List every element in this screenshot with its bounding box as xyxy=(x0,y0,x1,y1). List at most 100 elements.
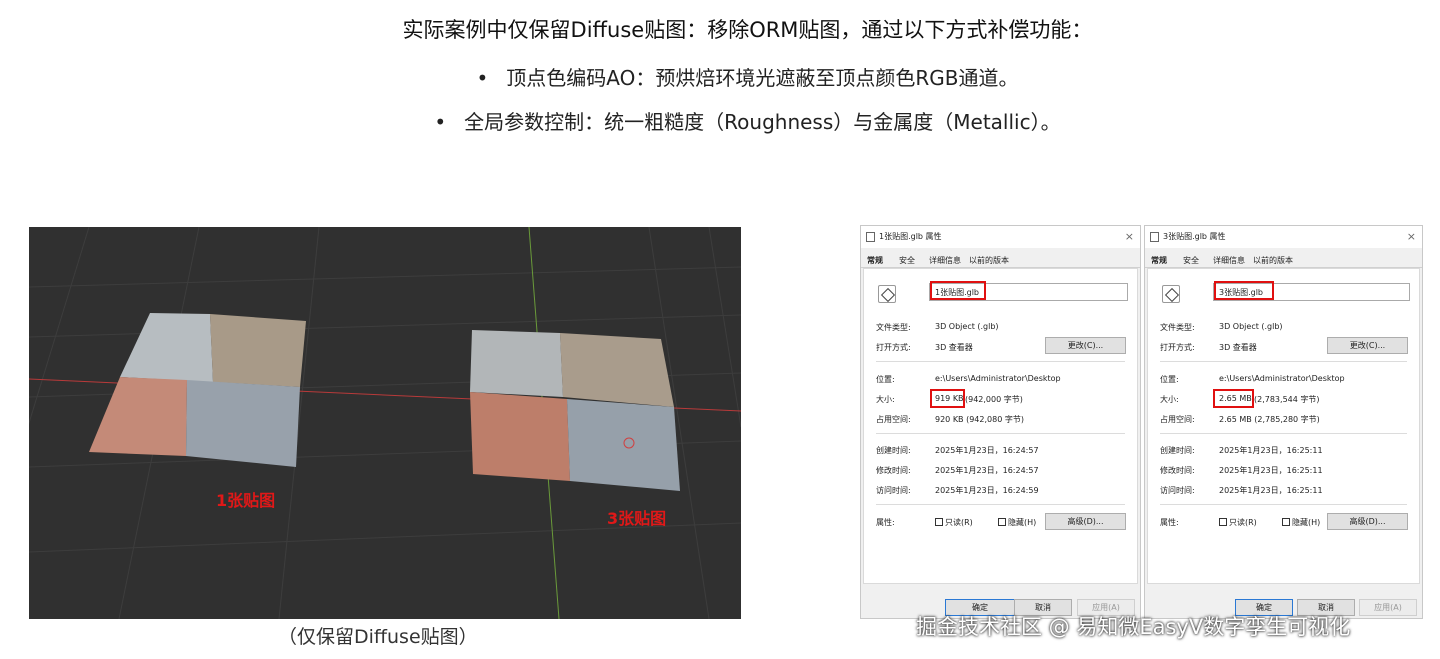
created-label: 创建时间: xyxy=(1160,446,1195,455)
divider xyxy=(876,433,1125,434)
modified-label: 修改时间: xyxy=(876,466,911,475)
size-label: 大小: xyxy=(876,395,895,404)
created-value: 2025年1月23日，16:24:57 xyxy=(935,446,1039,455)
file-icon xyxy=(866,232,875,242)
checkbox-box xyxy=(1219,518,1227,526)
hidden-checkbox[interactable]: 隐藏(H) xyxy=(998,517,1036,528)
divider xyxy=(876,504,1125,505)
checkbox-box xyxy=(935,518,943,526)
hidden-label: 隐藏(H) xyxy=(1292,518,1321,527)
size-label: 大小: xyxy=(1160,395,1179,404)
accessed-label: 访问时间: xyxy=(876,486,911,495)
tab-general[interactable]: 常规 xyxy=(1151,255,1167,266)
tab-general[interactable]: 常规 xyxy=(867,255,883,266)
accessed-value: 2025年1月23日，16:25:11 xyxy=(1219,486,1323,495)
tab-previous-versions[interactable]: 以前的版本 xyxy=(1253,255,1293,266)
disk-size-value: 920 KB (942,080 字节) xyxy=(935,415,1024,424)
disk-size-label: 占用空间: xyxy=(876,415,911,424)
title-bar[interactable]: 1张贴图.glb 属性 × xyxy=(861,226,1140,248)
location-label: 位置: xyxy=(1160,375,1179,384)
readonly-checkbox[interactable]: 只读(R) xyxy=(935,517,973,528)
disk-size-value: 2.65 MB (2,785,280 字节) xyxy=(1219,415,1320,424)
label-three-textures: 3张贴图 xyxy=(607,509,667,528)
3d-object-icon xyxy=(1162,285,1180,303)
accessed-label: 访问时间: xyxy=(1160,486,1195,495)
tab-details[interactable]: 详细信息 xyxy=(929,255,961,266)
properties-window-1: 1张贴图.glb 属性 × 常规 安全 详细信息 以前的版本 1张贴图.glb … xyxy=(860,225,1141,619)
type-value: 3D Object (.glb) xyxy=(1219,322,1283,331)
window-title: 3张贴图.glb 属性 xyxy=(1163,232,1226,241)
bullet-text: 全局参数控制：统一粗糙度（Roughness）与金属度（Metallic）。 xyxy=(464,110,1061,134)
window-title: 1张贴图.glb 属性 xyxy=(879,232,942,241)
checkbox-box xyxy=(998,518,1006,526)
plane2-bricks xyxy=(560,333,674,407)
type-label: 文件类型: xyxy=(876,323,911,332)
tab-security[interactable]: 安全 xyxy=(899,255,915,266)
watermark: 掘金技术社区 @ 易知微EasyV数字孪生可视化 xyxy=(916,615,1351,639)
open-with-label: 打开方式: xyxy=(1160,343,1195,352)
modified-value: 2025年1月23日，16:25:11 xyxy=(1219,466,1323,475)
advanced-button[interactable]: 高级(D)... xyxy=(1045,513,1126,530)
label-one-texture: 1张贴图 xyxy=(216,491,276,510)
readonly-label: 只读(R) xyxy=(945,518,973,527)
general-panel: 3张贴图.glb 文件类型: 3D Object (.glb) 打开方式: 3D… xyxy=(1147,268,1420,584)
bullet-global-params: • 全局参数控制：统一粗糙度（Roughness）与金属度（Metallic）。 xyxy=(0,106,1440,135)
close-icon[interactable]: × xyxy=(1125,226,1134,248)
open-with-value: 3D 查看器 xyxy=(935,343,973,352)
file-icon xyxy=(1150,232,1159,242)
close-icon[interactable]: × xyxy=(1407,226,1416,248)
location-value: e:\Users\Administrator\Desktop xyxy=(1219,374,1345,383)
hidden-checkbox[interactable]: 隐藏(H) xyxy=(1282,517,1320,528)
plane1-concrete xyxy=(120,313,213,382)
tab-bar: 常规 安全 详细信息 以前的版本 xyxy=(861,248,1140,268)
open-with-label: 打开方式: xyxy=(876,343,911,352)
filename-highlight xyxy=(930,281,986,300)
change-button[interactable]: 更改(C)... xyxy=(1327,337,1408,354)
3d-object-icon xyxy=(878,285,896,303)
slide-heading: 实际案例中仅保留Diffuse贴图：移除ORM贴图，通过以下方式补偿功能： xyxy=(402,18,1093,42)
type-label: 文件类型: xyxy=(1160,323,1195,332)
readonly-label: 只读(R) xyxy=(1229,518,1257,527)
open-with-value: 3D 查看器 xyxy=(1219,343,1257,352)
type-value: 3D Object (.glb) xyxy=(935,322,999,331)
checkbox-box xyxy=(1282,518,1290,526)
attributes-label: 属性: xyxy=(1160,518,1179,527)
tab-previous-versions[interactable]: 以前的版本 xyxy=(969,255,1009,266)
modified-label: 修改时间: xyxy=(1160,466,1195,475)
size-highlight xyxy=(930,389,965,408)
disk-size-label: 占用空间: xyxy=(1160,415,1195,424)
general-panel: 1张贴图.glb 文件类型: 3D Object (.glb) 打开方式: 3D… xyxy=(863,268,1138,584)
plane2-stone xyxy=(567,399,680,491)
size-bytes: (2,783,544 字节) xyxy=(1254,395,1320,404)
plane1-stone xyxy=(186,380,300,467)
size-bytes: (942,000 字节) xyxy=(965,395,1023,404)
size-highlight xyxy=(1213,389,1254,408)
accessed-value: 2025年1月23日，16:24:59 xyxy=(935,486,1039,495)
title-bar[interactable]: 3张贴图.glb 属性 × xyxy=(1145,226,1422,248)
properties-window-2: 3张贴图.glb 属性 × 常规 安全 详细信息 以前的版本 3张贴图.glb … xyxy=(1144,225,1423,619)
attributes-label: 属性: xyxy=(876,518,895,527)
apply-button[interactable]: 应用(A) xyxy=(1359,599,1417,616)
viewport-caption: （仅保留Diffuse贴图） xyxy=(278,626,478,648)
plane1-albedo xyxy=(89,377,187,456)
plane1-bricks xyxy=(210,314,306,387)
tab-details[interactable]: 详细信息 xyxy=(1213,255,1245,266)
divider xyxy=(1160,504,1407,505)
tab-bar: 常规 安全 详细信息 以前的版本 xyxy=(1145,248,1422,268)
tab-security[interactable]: 安全 xyxy=(1183,255,1199,266)
created-label: 创建时间: xyxy=(876,446,911,455)
filename-highlight xyxy=(1214,281,1274,300)
plane2-albedo xyxy=(470,392,570,481)
divider xyxy=(1160,433,1407,434)
readonly-checkbox[interactable]: 只读(R) xyxy=(1219,517,1257,528)
plane2-concrete xyxy=(470,330,563,397)
change-button[interactable]: 更改(C)... xyxy=(1045,337,1126,354)
3d-viewport[interactable]: 1张贴图 3张贴图 xyxy=(29,227,741,619)
bullet-dot: • xyxy=(434,110,447,134)
bullet-text: 顶点色编码AO：预烘焙环境光遮蔽至顶点颜色RGB通道。 xyxy=(506,66,1019,90)
advanced-button[interactable]: 高级(D)... xyxy=(1327,513,1408,530)
viewport-scene xyxy=(29,227,741,619)
divider xyxy=(876,361,1125,362)
created-value: 2025年1月23日，16:25:11 xyxy=(1219,446,1323,455)
location-value: e:\Users\Administrator\Desktop xyxy=(935,374,1061,383)
